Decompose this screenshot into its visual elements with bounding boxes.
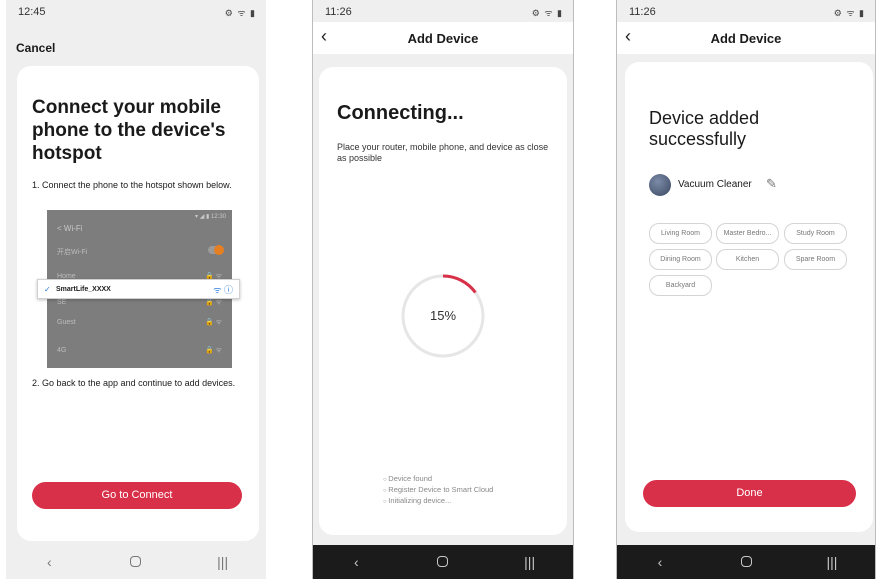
wifi-toggle-row: 开启Wi-Fi <box>47 238 232 264</box>
nav-home-icon[interactable] <box>423 554 463 570</box>
nav-recents-icon[interactable]: ||| <box>812 554 852 570</box>
wifi-toggle <box>208 245 224 255</box>
phone-screen-device-added: 11:26 ⚙ ᯤ ▮ ‹ Add Device Device added su… <box>616 0 876 579</box>
header-title: Add Device <box>710 31 782 46</box>
room-chip[interactable]: Dining Room <box>649 249 712 270</box>
wifi-status-bar: ▾ ◢ ▮ 12:30 <box>195 214 226 220</box>
device-name: Vacuum Cleaner <box>678 179 752 190</box>
status-time: 12:45 <box>18 6 46 18</box>
connection-steps-list: Device found Register Device to Smart Cl… <box>383 474 493 507</box>
status-bar: 11:26 ⚙ ᯤ ▮ <box>617 0 875 22</box>
instruction-step-2: 2. Go back to the app and continue to ad… <box>32 378 236 388</box>
phone-screen-connecting: 11:26 ⚙ ᯤ ▮ ‹ Add Device Connecting... P… <box>312 0 574 579</box>
header-bar: ‹ Add Device <box>617 22 875 54</box>
room-chip[interactable]: Spare Room <box>784 249 847 270</box>
go-to-connect-button[interactable]: Go to Connect <box>32 482 242 509</box>
progress-percent: 15% <box>429 308 457 323</box>
wifi-title: < Wi-Fi <box>57 224 83 233</box>
wifi-network-row: Guest 🔒 ᯤ <box>47 310 232 336</box>
system-nav-bar: ‹ ||| <box>313 545 573 579</box>
check-icon: ✓ <box>44 285 51 294</box>
page-title: Connecting... <box>337 102 464 124</box>
page-subtitle: Place your router, mobile phone, and dev… <box>337 142 549 163</box>
page-title: Connect your mobile phone to the device'… <box>32 97 226 164</box>
nav-back-icon[interactable]: ‹ <box>29 554 69 570</box>
nav-back-icon[interactable]: ‹ <box>336 554 376 570</box>
done-button[interactable]: Done <box>643 480 856 507</box>
step-item: Device found <box>383 474 493 485</box>
wifi-network-row: 4G 🔒 ᯤ <box>47 338 232 364</box>
step-item: Initializing device... <box>383 496 493 507</box>
wifi-row-label: 4G <box>57 347 67 354</box>
header-title: Add Device <box>407 31 479 46</box>
status-icons: ⚙ ᯤ ▮ <box>833 8 865 18</box>
page-title: Device added successfully <box>649 108 760 149</box>
room-chip[interactable]: Kitchen <box>716 249 779 270</box>
room-chip[interactable]: Study Room <box>784 223 847 244</box>
device-avatar <box>649 174 671 196</box>
status-icons: ⚙ ᯤ ▮ <box>224 8 256 18</box>
nav-back-icon[interactable]: ‹ <box>640 554 680 570</box>
step-item: Register Device to Smart Cloud <box>383 485 493 496</box>
instruction-step-1: 1. Connect the phone to the hotspot show… <box>32 180 232 190</box>
status-time: 11:26 <box>325 6 352 18</box>
room-chip[interactable]: Backyard <box>649 275 712 296</box>
nav-home-icon[interactable] <box>726 554 766 570</box>
room-chip[interactable]: Master Bedro... <box>716 223 779 244</box>
status-bar: 11:26 ⚙ ᯤ ▮ <box>313 0 573 22</box>
wifi-signal-icon: 🔒 ᯤ <box>204 299 222 306</box>
edit-pencil-icon[interactable]: ✎ <box>766 176 777 192</box>
cancel-button[interactable]: Cancel <box>16 41 55 55</box>
selected-hotspot-row: ✓ SmartLife_XXXX ᯤ ⓘ <box>37 279 240 299</box>
hotspot-name: SmartLife_XXXX <box>56 286 111 293</box>
status-time: 11:26 <box>629 6 656 18</box>
info-icon: ᯤ ⓘ <box>213 285 233 295</box>
system-nav-bar: ‹ ||| <box>6 545 266 579</box>
wifi-row-label: Guest <box>57 319 76 326</box>
phone-screen-connect-hotspot: 12:45 ⚙ ᯤ ▮ Cancel Connect your mobile p… <box>6 0 266 579</box>
room-chip[interactable]: Living Room <box>649 223 712 244</box>
wifi-signal-icon: 🔒 ᯤ <box>204 319 222 326</box>
status-icons: ⚙ ᯤ ▮ <box>531 8 563 18</box>
wifi-row-label: SE <box>57 299 67 306</box>
nav-recents-icon[interactable]: ||| <box>203 554 243 570</box>
wifi-signal-icon: 🔒 ᯤ <box>204 347 222 354</box>
nav-recents-icon[interactable]: ||| <box>510 554 550 570</box>
header-bar: ‹ Add Device <box>313 22 573 54</box>
status-bar: 12:45 ⚙ ᯤ ▮ <box>6 0 266 22</box>
system-nav-bar: ‹ ||| <box>617 545 875 579</box>
wifi-row-label: 开启Wi-Fi <box>57 249 88 256</box>
nav-home-icon[interactable] <box>116 554 156 570</box>
